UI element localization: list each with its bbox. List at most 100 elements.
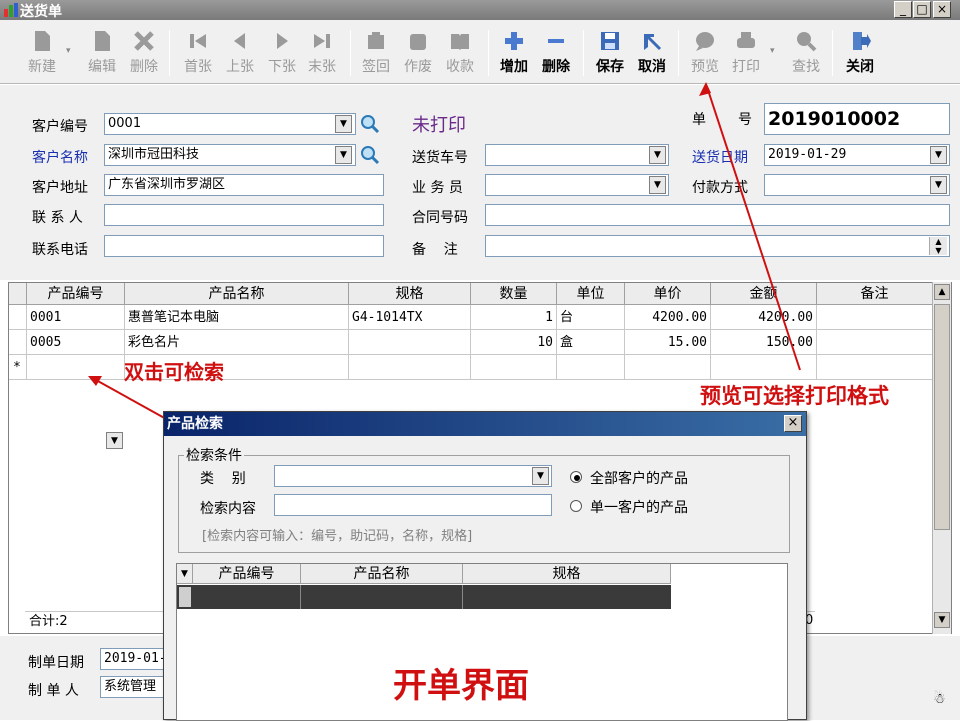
order-number-field[interactable]: 2019010002 <box>764 103 950 135</box>
product-name-cell[interactable]: 彩色名片 <box>125 330 349 355</box>
all-customers-radio[interactable] <box>570 471 582 483</box>
scroll-thumb[interactable] <box>934 304 950 530</box>
print-button[interactable]: 打印 <box>726 26 766 80</box>
quantity-cell[interactable]: 1 <box>471 305 557 330</box>
search-content-input[interactable] <box>274 494 552 516</box>
amount-cell[interactable]: 4200.00 <box>711 305 817 330</box>
previous-button[interactable]: 上张 <box>220 26 260 80</box>
unit-cell[interactable] <box>557 355 625 380</box>
single-customer-radio-label[interactable]: 单一客户的产品 <box>590 497 688 517</box>
product-code-cell[interactable]: 0001 <box>27 305 125 330</box>
delivery-date-dropdown-icon[interactable]: ▼ <box>930 146 947 164</box>
customer-code-dropdown-icon[interactable]: ▼ <box>335 115 352 133</box>
unit-cell[interactable]: 盒 <box>557 330 625 355</box>
maximize-button[interactable]: □ <box>913 1 931 18</box>
product-code-cell[interactable]: 0005 <box>27 330 125 355</box>
single-customer-radio[interactable] <box>570 500 582 512</box>
selected-result-row[interactable] <box>177 585 671 609</box>
column-header[interactable]: 产品编号 <box>27 283 125 305</box>
quantity-cell[interactable]: 10 <box>471 330 557 355</box>
product-code-dropdown-icon[interactable]: ▼ <box>106 432 123 449</box>
minimize-button[interactable]: _ <box>894 1 912 18</box>
customer-code-search-icon[interactable] <box>360 114 380 134</box>
delete-button[interactable]: 删除 <box>124 26 164 80</box>
unit-price-cell[interactable] <box>625 355 711 380</box>
column-header[interactable]: 产品名称 <box>125 283 349 305</box>
sign-back-button[interactable]: 签回 <box>356 26 396 80</box>
quantity-cell[interactable] <box>471 355 557 380</box>
scroll-down-icon[interactable]: ▼ <box>934 612 950 628</box>
remove-row-icon <box>548 39 564 43</box>
product-result-grid: ▼ 产品编号 产品名称 规格 开单界面 <box>176 563 788 721</box>
result-column-header[interactable]: 产品编号 <box>193 564 301 584</box>
unit-price-cell[interactable]: 15.00 <box>625 330 711 355</box>
customer-name-search-icon[interactable] <box>360 145 380 165</box>
product-code-input[interactable] <box>27 355 125 380</box>
salesman-dropdown-icon[interactable]: ▼ <box>649 176 666 194</box>
column-header[interactable]: 规格 <box>349 283 471 305</box>
result-column-header[interactable]: 产品名称 <box>301 564 463 584</box>
note-cell[interactable] <box>817 330 933 355</box>
table-row[interactable]: 0005 彩色名片 10 盒 15.00 150.00 <box>9 330 933 355</box>
vehicle-field[interactable] <box>485 144 669 166</box>
collect-button[interactable]: 收款 <box>440 26 480 80</box>
grid-scrollbar[interactable]: ▲ ▼ <box>932 282 951 634</box>
delivery-date-field[interactable]: 2019-01-29 <box>764 144 950 166</box>
customer-name-dropdown-icon[interactable]: ▼ <box>335 146 352 164</box>
unit-cell[interactable]: 台 <box>557 305 625 330</box>
next-button[interactable]: 下张 <box>262 26 302 80</box>
result-column-header[interactable]: 规格 <box>463 564 671 584</box>
column-header[interactable]: 备注 <box>817 283 933 305</box>
preview-button[interactable]: 预览 <box>684 26 726 80</box>
remove-row-button[interactable]: 删除 <box>536 26 576 80</box>
amount-cell[interactable]: 150.00 <box>711 330 817 355</box>
customer-name-field[interactable]: 深圳市冠田科技 <box>104 144 356 166</box>
spec-cell[interactable] <box>349 330 471 355</box>
customer-code-field[interactable]: 0001 <box>104 113 356 135</box>
remark-spinner[interactable]: ▲ ▼ <box>929 237 947 255</box>
customer-address-field[interactable]: 广东省深圳市罗湖区 <box>104 174 384 196</box>
category-field[interactable] <box>274 465 552 487</box>
open-screen-annotation: 开单界面 <box>393 666 529 706</box>
first-button[interactable]: 首张 <box>178 26 218 80</box>
last-button[interactable]: 末张 <box>302 26 342 80</box>
note-cell[interactable] <box>817 305 933 330</box>
dialog-title-bar[interactable]: 产品检索 <box>164 412 806 436</box>
column-header[interactable]: 金额 <box>711 283 817 305</box>
contract-field[interactable] <box>485 204 950 226</box>
contact-field[interactable] <box>104 204 384 226</box>
salesman-field[interactable] <box>485 174 669 196</box>
column-header[interactable]: 单价 <box>625 283 711 305</box>
payment-method-dropdown-icon[interactable]: ▼ <box>930 176 947 194</box>
dialog-close-button[interactable]: × <box>784 415 802 432</box>
result-grid-menu-icon[interactable]: ▼ <box>177 564 193 584</box>
vehicle-dropdown-icon[interactable]: ▼ <box>649 146 666 164</box>
remark-field[interactable] <box>485 235 950 257</box>
spec-cell[interactable]: G4-1014TX <box>349 305 471 330</box>
spec-cell[interactable] <box>349 355 471 380</box>
payment-method-field[interactable] <box>764 174 950 196</box>
window-close-button[interactable]: × <box>933 1 951 18</box>
edit-button[interactable]: 编辑 <box>82 26 122 80</box>
table-row[interactable]: 0001 惠普笔记本电脑 G4-1014TX 1 台 4200.00 4200.… <box>9 305 933 330</box>
unit-price-cell[interactable]: 4200.00 <box>625 305 711 330</box>
customer-code-label: 客户编号 <box>32 119 88 135</box>
title-bar: 送货单 _ □ × <box>0 0 960 20</box>
phone-field[interactable] <box>104 235 384 257</box>
save-button[interactable]: 保存 <box>590 26 630 80</box>
category-dropdown-icon[interactable]: ▼ <box>532 467 549 485</box>
scroll-up-icon[interactable]: ▲ <box>934 284 950 300</box>
new-button[interactable]: 新建 <box>22 26 62 80</box>
amount-cell[interactable] <box>711 355 817 380</box>
cancel-button[interactable]: 取消 <box>632 26 672 80</box>
find-button[interactable]: 查找 <box>786 26 826 80</box>
note-cell[interactable] <box>817 355 933 380</box>
add-row-button[interactable]: 增加 <box>494 26 534 80</box>
void-button[interactable]: 作废 <box>398 26 438 80</box>
all-customers-radio-label[interactable]: 全部客户的产品 <box>590 468 688 488</box>
close-button[interactable]: 关闭 <box>838 26 882 80</box>
customer-name-label: 客户名称 <box>32 150 88 166</box>
product-name-cell[interactable]: 惠普笔记本电脑 <box>125 305 349 330</box>
column-header[interactable]: 数量 <box>471 283 557 305</box>
column-header[interactable]: 单位 <box>557 283 625 305</box>
